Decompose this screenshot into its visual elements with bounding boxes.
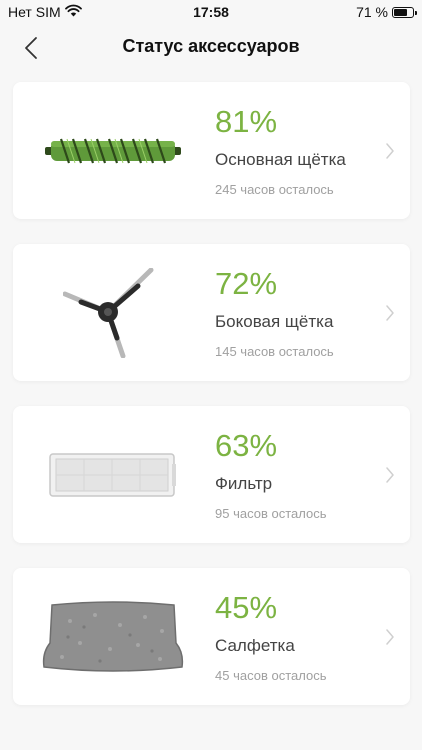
remaining-hours: 245 часов осталось bbox=[215, 182, 334, 197]
wear-percent: 45% bbox=[215, 590, 278, 625]
page-title: Статус аксессуаров bbox=[122, 36, 300, 56]
chevron-right-icon bbox=[386, 143, 394, 159]
accessory-card-main-brush[interactable]: 81% Основная щётка 245 часов осталось bbox=[13, 82, 410, 219]
status-bar: Нет SIM 17:58 71 % bbox=[0, 0, 422, 24]
nav-bar: Статус аксессуаров bbox=[0, 24, 422, 72]
remaining-hours: 45 часов осталось bbox=[215, 668, 327, 683]
main-brush-image bbox=[38, 102, 188, 199]
battery-fill bbox=[394, 8, 407, 16]
accessory-card-mop-pad[interactable]: 45% Салфетка 45 часов осталось bbox=[13, 568, 410, 705]
battery-icon bbox=[392, 6, 417, 18]
filter-image bbox=[38, 426, 188, 523]
remaining-hours: 145 часов осталось bbox=[215, 344, 334, 359]
battery-info: 71 % bbox=[356, 4, 417, 20]
accessory-name: Салфетка bbox=[215, 636, 295, 655]
wear-percent: 63% bbox=[215, 428, 278, 463]
mop-pad-image bbox=[38, 588, 188, 685]
accessory-name: Основная щётка bbox=[215, 150, 346, 169]
accessory-card-side-brush[interactable]: 72% Боковая щётка 145 часов осталось bbox=[13, 244, 410, 381]
accessory-card-filter[interactable]: 63% Фильтр 95 часов осталось bbox=[13, 406, 410, 543]
chevron-right-icon bbox=[386, 467, 394, 483]
accessory-name: Боковая щётка bbox=[215, 312, 334, 331]
chevron-right-icon bbox=[386, 629, 394, 645]
wear-percent: 72% bbox=[215, 266, 278, 301]
wear-percent: 81% bbox=[215, 104, 278, 139]
remaining-hours: 95 часов осталось bbox=[215, 506, 327, 521]
chevron-right-icon bbox=[386, 305, 394, 321]
side-brush-image bbox=[38, 264, 188, 361]
accessory-name: Фильтр bbox=[215, 474, 273, 493]
battery-percent: 71 % bbox=[356, 4, 388, 20]
